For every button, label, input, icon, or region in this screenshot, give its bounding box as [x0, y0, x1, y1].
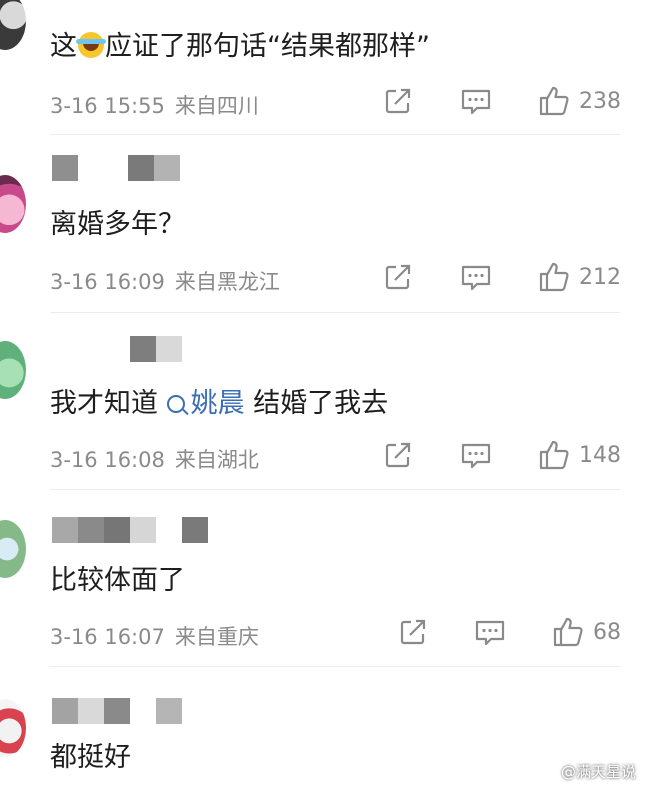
comment-text-after: 应证了那句话“结果都那样” — [105, 31, 430, 62]
topic-link[interactable]: 姚晨 — [166, 388, 245, 419]
username-masked[interactable] — [52, 517, 208, 543]
forward-icon — [385, 442, 411, 468]
comment-item: 比较体面了 3-16 16:07 来自重庆 68 — [0, 490, 650, 667]
comment-item: 我才知道 姚晨 结婚了我去 3-16 16:08 来自湖北 148 — [0, 313, 650, 490]
forward-button[interactable] — [383, 440, 413, 470]
like-count: 238 — [579, 88, 621, 114]
thumbs-up-icon — [539, 440, 569, 470]
like-button[interactable]: 238 — [537, 84, 621, 118]
username-masked[interactable] — [52, 155, 180, 181]
comment-icon — [461, 89, 491, 115]
comment-meta: 3-16 16:08 来自湖北 — [50, 444, 259, 474]
like-button[interactable]: 148 — [537, 438, 621, 472]
like-count: 212 — [579, 264, 621, 290]
user-avatar[interactable] — [0, 699, 26, 757]
user-avatar[interactable] — [0, 0, 26, 50]
reply-button[interactable] — [460, 441, 492, 471]
comment-text: 我才知道 姚晨 结婚了我去 — [50, 381, 388, 420]
reply-button[interactable] — [460, 87, 492, 117]
watermark: @满天星说 — [560, 763, 636, 781]
comment-meta: 3-16 15:55 来自四川 — [50, 90, 259, 120]
forward-icon — [385, 264, 411, 290]
comment-text-after: 结婚了我去 — [253, 388, 389, 419]
comment-time: 3-16 15:55 — [50, 94, 165, 118]
user-avatar[interactable] — [0, 520, 26, 578]
comment-meta: 3-16 16:09 来自黑龙江 — [50, 266, 280, 296]
comment-text: 都挺好 — [50, 742, 131, 773]
comment-location: 来自四川 — [174, 94, 259, 118]
comment-time: 3-16 16:09 — [50, 270, 165, 294]
username-masked[interactable] — [52, 698, 182, 724]
like-count: 68 — [593, 619, 621, 645]
like-count: 148 — [579, 442, 621, 468]
forward-button[interactable] — [398, 617, 428, 647]
comment-time: 3-16 16:07 — [50, 625, 165, 649]
like-button[interactable]: 212 — [537, 260, 621, 294]
comment-text-before: 这 — [50, 31, 77, 62]
username-masked[interactable] — [52, 336, 182, 362]
forward-icon — [400, 619, 426, 645]
thumbs-up-icon — [553, 617, 583, 647]
comment-icon — [475, 620, 505, 646]
reply-button[interactable] — [474, 618, 506, 648]
reply-button[interactable] — [460, 263, 492, 293]
comment-location: 来自重庆 — [174, 625, 259, 649]
comment-text: 离婚多年？ — [50, 209, 185, 240]
comment-location: 来自湖北 — [174, 448, 259, 472]
comment-icon — [461, 265, 491, 291]
like-button[interactable]: 68 — [551, 615, 621, 649]
laugh-cry-emoji-icon — [76, 32, 106, 58]
user-avatar[interactable] — [0, 175, 26, 233]
comment-text: 比较体面了 — [50, 565, 185, 596]
comment-meta: 3-16 16:07 来自重庆 — [50, 621, 259, 651]
comment-text: 这应证了那句话“结果都那样” — [50, 24, 430, 63]
comment-item: 这应证了那句话“结果都那样” 3-16 15:55 来自四川 238 — [0, 0, 650, 135]
comment-item: 都挺好 — [0, 667, 650, 794]
comment-location: 来自黑龙江 — [174, 270, 280, 294]
comment-time: 3-16 16:08 — [50, 448, 165, 472]
forward-icon — [385, 88, 411, 114]
forward-button[interactable] — [383, 86, 413, 116]
topic-label: 姚晨 — [190, 388, 245, 419]
user-avatar[interactable] — [0, 341, 26, 399]
comment-text-before: 我才知道 — [50, 388, 158, 419]
search-icon — [166, 395, 185, 413]
thumbs-up-icon — [539, 262, 569, 292]
comment-item: 离婚多年？ 3-16 16:09 来自黑龙江 212 — [0, 135, 650, 313]
forward-button[interactable] — [383, 262, 413, 292]
comment-icon — [461, 443, 491, 469]
thumbs-up-icon — [539, 86, 569, 116]
